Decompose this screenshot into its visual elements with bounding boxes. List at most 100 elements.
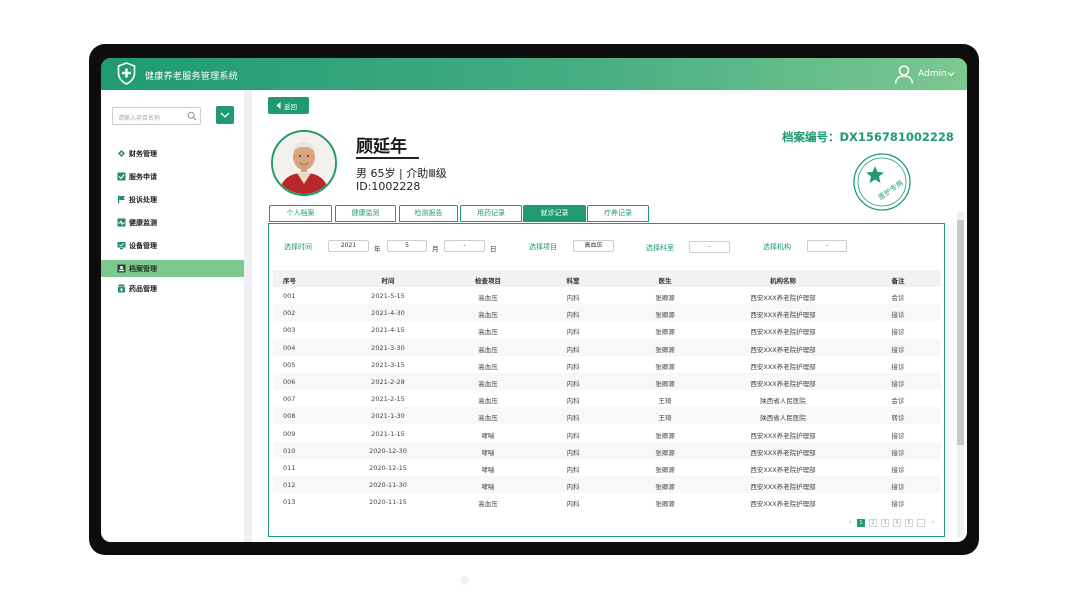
top-bar: 健康养老服务管理系统 Admin (101, 58, 967, 90)
dropdown-button[interactable] (216, 106, 234, 124)
table-row[interactable]: 004 2021-3-30 高血压 内科 张卿源 西安XXX养老院护理部 接诊 (273, 338, 941, 356)
page-button[interactable]: 1 (857, 519, 865, 527)
table-cell: 高血压 (478, 294, 498, 302)
sidebar-item-health-monitor[interactable]: 健康监测 (101, 214, 244, 231)
table-cell: 002 (283, 309, 296, 318)
patient-gender-age-level: 男 65岁 | 介助Ⅲ级 (356, 167, 447, 180)
table-cell: 西安XXX养老院护理部 (750, 328, 816, 337)
sidebar-item-service-request[interactable]: 服务申请 (101, 168, 244, 185)
tab-health-monitor[interactable]: 健康监测 (335, 205, 396, 222)
sidebar-item-devices[interactable]: 设备管理 (101, 237, 244, 254)
table-cell: 张卿源 (655, 294, 675, 302)
user-icon[interactable] (894, 64, 914, 84)
table-cell: 西安XXX养老院护理部 (750, 362, 816, 371)
org-filter-label: 选择机构 (763, 243, 791, 251)
table-row[interactable]: 001 2021-5-15 高血压 内科 张卿源 西安XXX养老院护理部 会诊 (273, 287, 941, 304)
table-cell: 013 (283, 498, 296, 507)
page-button[interactable]: 4 (893, 519, 901, 527)
table-cell: 西安XXX养老院护理部 (750, 483, 816, 492)
month-unit: 月 (432, 245, 439, 253)
table-row[interactable]: 006 2021-2-28 高血压 内科 张卿源 西安XXX养老院护理部 接诊 (273, 373, 941, 390)
dept-select[interactable]: - (689, 241, 730, 253)
table-cell: 高血压 (478, 362, 498, 371)
table-row[interactable]: 013 2020-11-15 高血压 内科 张卿源 西安XXX养老院护理部 接诊 (273, 493, 941, 510)
table-header: 序号 时间 检查项目 科室 医生 机构名称 备注 (273, 270, 941, 287)
org-select[interactable]: - (807, 240, 847, 252)
finance-icon (118, 150, 125, 157)
prev-page-button[interactable]: ‹ (849, 518, 852, 526)
table-cell: 2021-2-15 (371, 395, 405, 404)
table-cell: 高血压 (478, 500, 498, 509)
sidebar-item-records[interactable]: 档案管理 (101, 260, 244, 277)
chevron-down-icon (220, 112, 230, 118)
table-row[interactable]: 005 2021-3-15 高血压 内科 张卿源 西安XXX养老院护理部 接诊 (273, 356, 941, 373)
tab-personal-file[interactable]: 个人档案 (269, 205, 332, 222)
page-button[interactable]: 3 (881, 519, 889, 527)
column-header: 序号 (283, 277, 296, 285)
table-cell: 陕西省人民医院 (760, 397, 806, 406)
table-cell: 2021-1-15 (371, 429, 405, 438)
tab-label: 健康监测 (351, 209, 380, 217)
table-cell: 高血压 (478, 311, 498, 320)
sidebar-item-finance[interactable]: 财务管理 (101, 145, 244, 162)
time-filter-label: 选择时间 (284, 243, 312, 251)
scrollbar-thumb[interactable] (957, 220, 964, 445)
table-cell: 接诊 (891, 431, 905, 440)
tab-label: 就诊记录 (540, 209, 569, 217)
tab-medication[interactable]: 用药记录 (460, 205, 522, 222)
table-row[interactable]: 003 2021-4-15 高血压 内科 张卿源 西安XXX养老院护理部 接诊 (273, 321, 941, 338)
table-row[interactable]: 010 2020-12-30 哮喘 内科 张卿源 西安XXX养老院护理部 接诊 (273, 441, 941, 459)
month-select[interactable]: 5 (387, 240, 427, 252)
back-arrow-icon (276, 102, 281, 109)
table-cell: 张卿源 (655, 483, 675, 492)
table-cell: 接诊 (891, 448, 905, 457)
search-icon[interactable] (187, 111, 197, 121)
table-cell: 012 (283, 481, 296, 490)
item-select[interactable]: 高血压 (573, 240, 614, 252)
page-button[interactable]: 5 (905, 519, 913, 527)
back-button[interactable]: 返回 (268, 97, 309, 114)
column-header: 检查项目 (475, 277, 501, 285)
user-name[interactable]: Admin (918, 69, 947, 79)
table-cell: 内科 (566, 431, 580, 440)
patient-name: 顾延年 (356, 137, 407, 157)
table-cell: 009 (283, 429, 296, 438)
year-select[interactable]: 2021 (328, 240, 369, 252)
sidebar-item-medicine[interactable]: 药品管理 (101, 280, 244, 297)
main-content: 返回 顾延年 男 65岁 | 介助Ⅲ级 ID:1002228 档案编号：DX15… (252, 90, 967, 542)
next-page-button[interactable]: › (932, 518, 935, 526)
table-cell: 接诊 (891, 483, 905, 492)
tab-visit-records[interactable]: 就诊记录 (523, 205, 586, 222)
table-cell: 接诊 (891, 500, 905, 509)
search-input[interactable]: 请输入项目名称 (112, 107, 201, 125)
table-cell: 内科 (566, 414, 580, 423)
table-cell: 内科 (566, 311, 580, 320)
table-row[interactable]: 011 2020-12-15 哮喘 内科 张卿源 西安XXX养老院护理部 接诊 (273, 459, 941, 476)
table-row[interactable]: 008 2021-1-30 高血压 内科 王琦 陕西省人民医院 转诊 (273, 407, 941, 425)
table-cell: 张卿源 (655, 448, 675, 457)
table-row[interactable]: 007 2021-2-15 高血压 内科 王琦 陕西省人民医院 会诊 (273, 390, 941, 407)
tab-recuperation[interactable]: 疗养记录 (587, 205, 649, 222)
day-unit: 日 (490, 245, 497, 253)
table-cell: 接诊 (891, 328, 905, 337)
table-row[interactable]: 009 2021-1-15 哮喘 内科 张卿源 西安XXX养老院护理部 接诊 (273, 425, 941, 442)
page-button[interactable]: … (917, 519, 925, 527)
back-button-label: 返回 (284, 103, 297, 111)
table-cell: 王琦 (658, 397, 672, 406)
chevron-down-icon[interactable] (947, 70, 955, 78)
table-cell: 哮喘 (481, 431, 495, 440)
table-row[interactable]: 002 2021-4-30 高血压 内科 张卿源 西安XXX养老院护理部 接诊 (273, 304, 941, 322)
table-cell: 哮喘 (481, 466, 495, 474)
table-cell: 2021-1-30 (371, 412, 405, 421)
table-cell: 006 (283, 378, 296, 386)
page-button[interactable]: 2 (869, 519, 877, 527)
table-cell: 会诊 (891, 397, 905, 406)
table-cell: 哮喘 (481, 448, 495, 457)
table-cell: 内科 (566, 483, 580, 492)
sidebar-item-complaints[interactable]: 投诉处理 (101, 191, 244, 208)
table-row[interactable]: 012 2020-11-30 哮喘 内科 张卿源 西安XXX养老院护理部 接诊 (273, 476, 941, 494)
column-header: 科室 (566, 277, 580, 285)
day-select[interactable]: - (444, 240, 485, 252)
tab-test-report[interactable]: 检测报告 (399, 205, 458, 222)
sidebar-item-label: 服务申请 (129, 173, 157, 181)
